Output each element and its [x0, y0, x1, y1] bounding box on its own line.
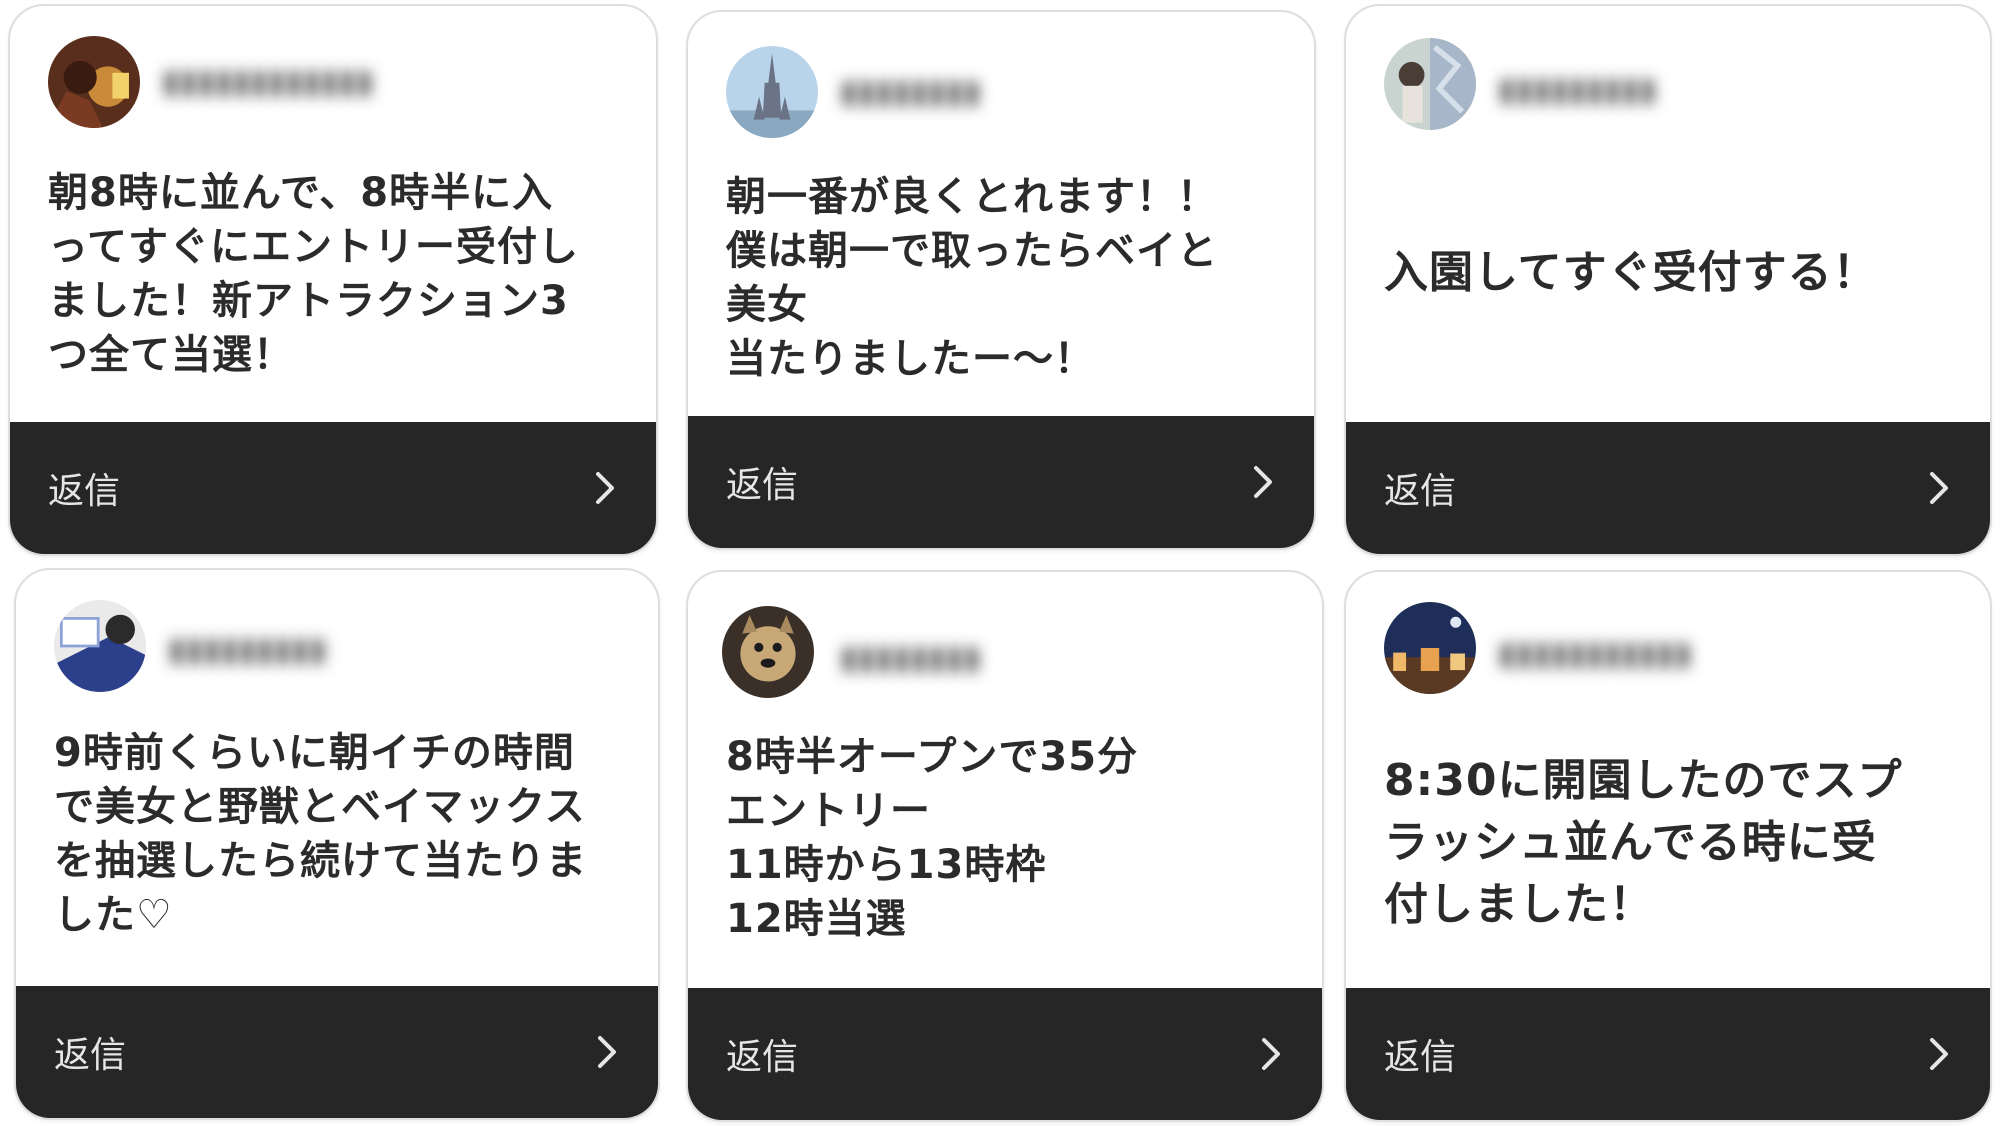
- username-text: ▮▮▮▮▮▮▮▮▮: [168, 630, 327, 668]
- username-blurred[interactable]: ▮▮▮▮▮▮▮▮▮▮▮: [1498, 630, 1692, 676]
- reply-label: 返信: [1384, 471, 1457, 512]
- chevron-right-icon: [1930, 472, 1948, 504]
- comment-text: 8:30に開園したのでスプ ラッシュ並んでる時に受 付しました！: [1384, 755, 1903, 930]
- comment-text: 9時前くらいに朝イチの時間 で美女と野獣とベイマックス を抽選したら続けて当たり…: [54, 730, 587, 938]
- reply-button[interactable]: 返信: [1346, 422, 1990, 554]
- username-text: ▮▮▮▮▮▮▮▮: [840, 638, 981, 676]
- reply-label: 返信: [726, 1037, 799, 1078]
- reply-label: 返信: [48, 471, 121, 512]
- reply-label: 返信: [726, 465, 799, 506]
- comment-card: ▮▮▮▮▮▮▮▮▮▮▮▮ 朝8時に並んで、8時半に入 ってすぐにエントリー受付し…: [8, 4, 658, 556]
- username-blurred[interactable]: ▮▮▮▮▮▮▮▮▮: [1498, 66, 1656, 112]
- chevron-right-icon: [1262, 1038, 1280, 1070]
- username-text: ▮▮▮▮▮▮▮▮▮▮▮▮: [162, 62, 374, 100]
- user-avatar-icon[interactable]: [726, 46, 818, 138]
- username-text: ▮▮▮▮▮▮▮▮▮▮▮: [1498, 634, 1692, 672]
- reply-button[interactable]: 返信: [688, 416, 1314, 548]
- chevron-right-icon: [1254, 466, 1272, 498]
- reply-button[interactable]: 返信: [10, 422, 656, 554]
- comment-card: ▮▮▮▮▮▮▮▮ 8時半オープンで35分 エントリー 11時から13時枠 12時…: [686, 570, 1324, 1122]
- username-blurred[interactable]: ▮▮▮▮▮▮▮▮▮: [168, 626, 326, 672]
- username-blurred[interactable]: ▮▮▮▮▮▮▮▮: [840, 634, 981, 680]
- user-avatar-icon[interactable]: [54, 600, 146, 692]
- comment-card: ▮▮▮▮▮▮▮▮▮ 9時前くらいに朝イチの時間 で美女と野獣とベイマックス を抽…: [14, 568, 660, 1120]
- user-avatar-icon[interactable]: [48, 36, 140, 128]
- user-avatar-icon[interactable]: [1384, 38, 1476, 130]
- comment-card: ▮▮▮▮▮▮▮▮▮ 入園してすぐ受付する！ 返信: [1344, 4, 1992, 556]
- chevron-right-icon: [596, 472, 614, 504]
- comment-text: 入園してすぐ受付する！: [1384, 247, 1878, 298]
- username-text: ▮▮▮▮▮▮▮▮: [840, 72, 981, 110]
- reply-label: 返信: [54, 1035, 127, 1076]
- comment-card: ▮▮▮▮▮▮▮▮ 朝一番が良くとれます！！ 僕は朝一で取ったらベイと 美女 当た…: [686, 10, 1316, 550]
- comment-text: 朝8時に並んで、8時半に入 ってすぐにエントリー受付し ました！新アトラクション…: [48, 170, 579, 378]
- username-blurred[interactable]: ▮▮▮▮▮▮▮▮: [840, 68, 981, 114]
- comment-card: ▮▮▮▮▮▮▮▮▮▮▮ 8:30に開園したのでスプ ラッシュ並んでる時に受 付し…: [1344, 570, 1992, 1122]
- username-text: ▮▮▮▮▮▮▮▮▮: [1498, 70, 1657, 108]
- reply-label: 返信: [1384, 1037, 1457, 1078]
- chevron-right-icon: [598, 1036, 616, 1068]
- reply-button[interactable]: 返信: [16, 986, 658, 1118]
- reply-button[interactable]: 返信: [1346, 988, 1990, 1120]
- reply-button[interactable]: 返信: [688, 988, 1322, 1120]
- comment-text: 8時半オープンで35分 エントリー 11時から13時枠 12時当選: [726, 734, 1139, 942]
- comment-text: 朝一番が良くとれます！！ 僕は朝一で取ったらベイと 美女 当たりましたー〜！: [726, 174, 1218, 382]
- chevron-right-icon: [1930, 1038, 1948, 1070]
- user-avatar-icon[interactable]: [1384, 602, 1476, 694]
- username-blurred[interactable]: ▮▮▮▮▮▮▮▮▮▮▮▮: [162, 58, 373, 104]
- user-avatar-icon[interactable]: [722, 606, 814, 698]
